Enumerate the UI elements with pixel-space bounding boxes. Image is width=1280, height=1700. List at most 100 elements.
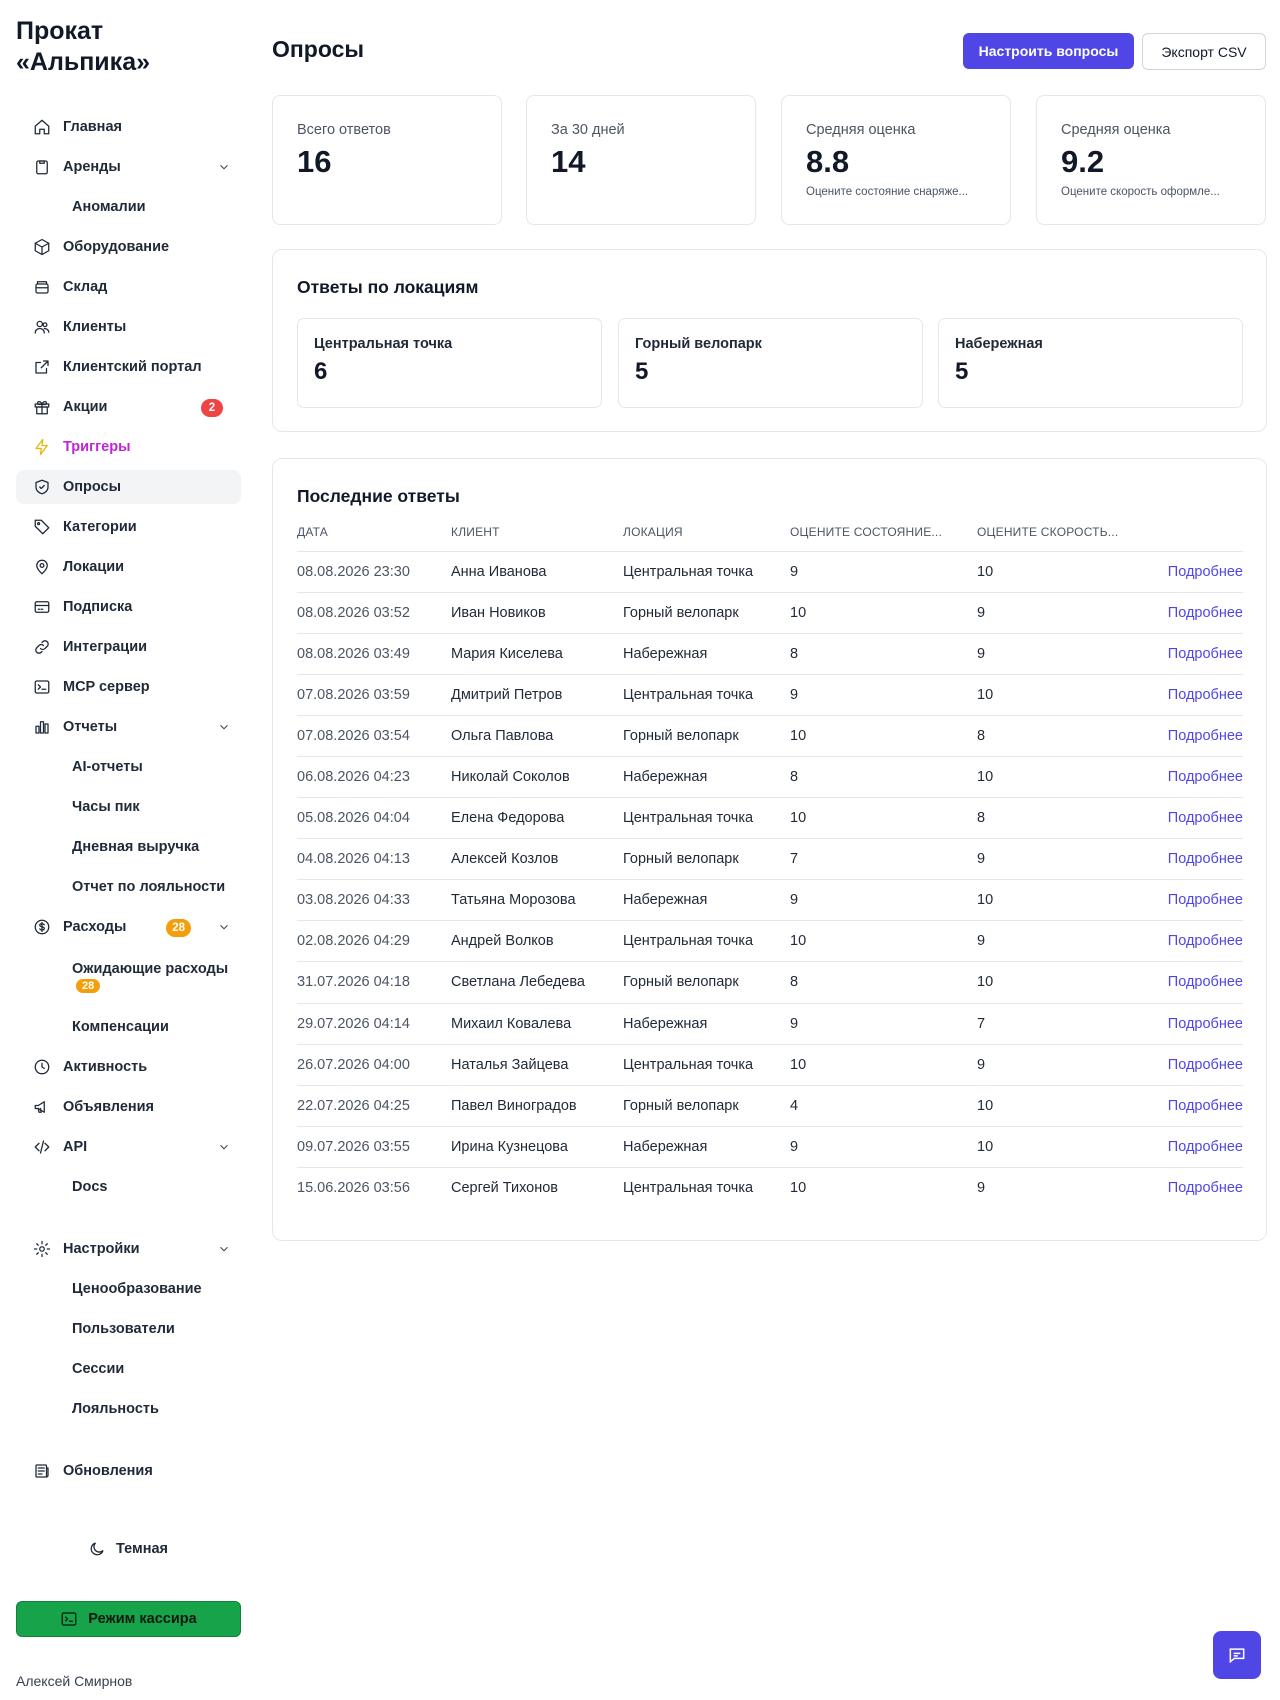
chevron-down-icon[interactable] <box>217 1242 231 1256</box>
details-link[interactable]: Подробнее <box>1137 715 1243 757</box>
sidebar-item-updates[interactable]: Обновления <box>16 1454 241 1488</box>
sidebar-item-loyalty-report[interactable]: Отчет по лояльности <box>16 870 241 904</box>
sidebar-item-docs[interactable]: Docs <box>16 1170 241 1204</box>
stat-card-total: Всего ответов 16 <box>272 95 502 225</box>
cell-client: Михаил Ковалева <box>451 1003 623 1045</box>
table-row: 05.08.2026 04:04 Елена Федорова Центральна… <box>297 797 1243 840</box>
cell-location: Набережная <box>623 633 790 675</box>
details-link[interactable]: Подробнее <box>1137 1003 1243 1045</box>
sidebar-item-clients[interactable]: Клиенты <box>16 310 241 344</box>
cell-location: Центральная точка <box>623 1044 790 1086</box>
sidebar-item-compensations[interactable]: Компенсации <box>16 1010 241 1044</box>
terminal-icon <box>33 678 51 696</box>
sidebar-item-triggers[interactable]: Триггеры <box>16 430 241 464</box>
theme-toggle[interactable]: Темная <box>88 1540 168 1558</box>
table-row: 31.07.2026 04:18 Светлана Лебедева Горный … <box>297 961 1243 1004</box>
sidebar-item-pending-expenses[interactable]: Ожидающие расходы 28 <box>16 950 241 1004</box>
sidebar-item-activity[interactable]: Активность <box>16 1050 241 1084</box>
cell-location: Центральная точка <box>623 920 790 963</box>
sidebar-item-expenses[interactable]: Расходы 28 <box>16 910 241 944</box>
details-link[interactable]: Подробнее <box>1137 674 1243 716</box>
sidebar-item-surveys[interactable]: Опросы <box>16 470 241 504</box>
cell-question-1: 9 <box>790 1003 977 1045</box>
details-link[interactable]: Подробнее <box>1137 961 1243 1004</box>
cell-location: Горный велопарк <box>623 838 790 881</box>
chevron-down-icon[interactable] <box>217 1140 231 1154</box>
sidebar-item-loyalty[interactable]: Лояльность <box>16 1392 241 1426</box>
cell-location: Центральная точка <box>623 1180 754 1197</box>
cell-date: 07.08.2026 03:59 <box>297 674 451 716</box>
cell-question-2: 7 <box>977 1003 1137 1045</box>
sidebar-item-locations[interactable]: Локации <box>16 550 241 584</box>
cell-location: Горный велопарк <box>623 1085 790 1127</box>
code-icon <box>33 1138 51 1156</box>
details-link[interactable]: Подробнее <box>1137 1044 1243 1086</box>
cell-client: Алексей Козлов <box>451 838 623 881</box>
cell-question-1: 7 <box>790 838 977 881</box>
sidebar-item-announcements[interactable]: Объявления <box>16 1090 241 1124</box>
cell-question-2: 10 <box>977 961 1137 1004</box>
cell-question-1: 10 <box>790 715 977 757</box>
sidebar-item-subscription[interactable]: Подписка <box>16 590 241 624</box>
theme-toggle-label: Темная <box>116 1541 169 1557</box>
table-row: 02.08.2026 04:29 Андрей Волков Центральная… <box>297 920 1243 963</box>
sidebar-item-client-portal[interactable]: Клиентский портал <box>16 350 241 384</box>
cell-date: 07.08.2026 03:54 <box>297 715 451 757</box>
sidebar-item-users[interactable]: Пользователи <box>16 1312 241 1346</box>
sidebar-item-equipment[interactable]: Оборудование <box>16 230 241 264</box>
page-title: Опросы <box>272 36 365 62</box>
cashier-mode-button[interactable]: Режим кассира <box>16 1601 241 1637</box>
sidebar-item-sessions[interactable]: Сессии <box>16 1352 241 1386</box>
sidebar-item-promotions[interactable]: Акции 2 <box>16 390 241 424</box>
responses-table: ДАТА КЛИЕНТ ЛОКАЦИЯ ОЦЕНИТЕ СОСТОЯНИЕ...… <box>297 525 1243 1209</box>
chevron-down-icon[interactable] <box>217 720 231 734</box>
cell-client: Мария Киселева <box>451 633 623 675</box>
cell-date: 04.08.2026 04:13 <box>297 838 451 881</box>
sidebar-item-api[interactable]: API <box>16 1130 241 1164</box>
sidebar-item-reports[interactable]: Отчеты <box>16 710 241 744</box>
current-user-name[interactable]: Алексей Смирнов <box>16 1673 132 1689</box>
cell-client: Елена Федорова <box>451 797 623 840</box>
details-link[interactable]: Подробнее <box>1137 1167 1243 1208</box>
sidebar-item-label: Интеграции <box>63 639 148 655</box>
cell-date: 06.08.2026 04:23 <box>297 756 451 799</box>
sidebar-item-label: Обновления <box>63 1463 153 1479</box>
sidebar-item-mcp-server[interactable]: MCP сервер <box>16 670 241 704</box>
chat-button[interactable] <box>1213 1631 1261 1679</box>
export-csv-button[interactable]: Экспорт CSV <box>1142 33 1266 70</box>
chevron-down-icon[interactable] <box>217 160 231 174</box>
details-link[interactable]: Подробнее <box>1137 592 1243 634</box>
sidebar-item-pricing[interactable]: Ценообразование <box>16 1272 241 1306</box>
clock-icon <box>33 1058 51 1076</box>
sidebar-item-home[interactable]: Главная <box>16 110 241 144</box>
details-link[interactable]: Подробнее <box>1137 797 1243 840</box>
details-link[interactable]: Подробнее <box>1137 879 1243 922</box>
sidebar-item-anomalies[interactable]: Аномалии <box>16 190 241 224</box>
sidebar-item-categories[interactable]: Категории <box>16 510 241 544</box>
cell-client: Николай Соколов <box>451 756 623 799</box>
cell-date: 31.07.2026 04:18 <box>297 961 451 1004</box>
details-link[interactable]: Подробнее <box>1137 756 1243 799</box>
cell-question-2: 10 <box>977 879 1137 922</box>
configure-questions-button[interactable]: Настроить вопросы <box>963 33 1134 69</box>
cell-question-1: 10 <box>790 1044 977 1086</box>
chevron-down-icon[interactable] <box>217 920 231 934</box>
sidebar-item-ai-reports[interactable]: AI-отчеты <box>16 750 241 784</box>
cell-question-2: 10 <box>977 551 1137 593</box>
sidebar-item-warehouse[interactable]: Склад <box>16 270 241 304</box>
details-link[interactable]: Подробнее <box>1137 1085 1243 1127</box>
details-link[interactable]: Подробнее <box>1137 920 1243 963</box>
details-link[interactable]: Подробнее <box>1137 551 1243 593</box>
sidebar-item-daily-revenue[interactable]: Дневная выручка <box>16 830 241 864</box>
sidebar-item-integrations[interactable]: Интеграции <box>16 630 241 664</box>
sidebar-item-settings[interactable]: Настройки <box>16 1232 241 1266</box>
location-card: Горный велопарк 5 <box>618 318 923 408</box>
cell-question-2: 10 <box>977 1126 1137 1168</box>
details-link[interactable]: Подробнее <box>1137 633 1243 675</box>
cell-location: Центральная точка <box>623 674 790 716</box>
sidebar-item-rentals[interactable]: Аренды <box>16 150 241 184</box>
details-link[interactable]: Подробнее <box>1137 838 1243 881</box>
sidebar-item-peak-hours[interactable]: Часы пик <box>16 790 241 824</box>
details-link[interactable]: Подробнее <box>1137 1126 1243 1168</box>
gift-icon <box>33 398 51 416</box>
